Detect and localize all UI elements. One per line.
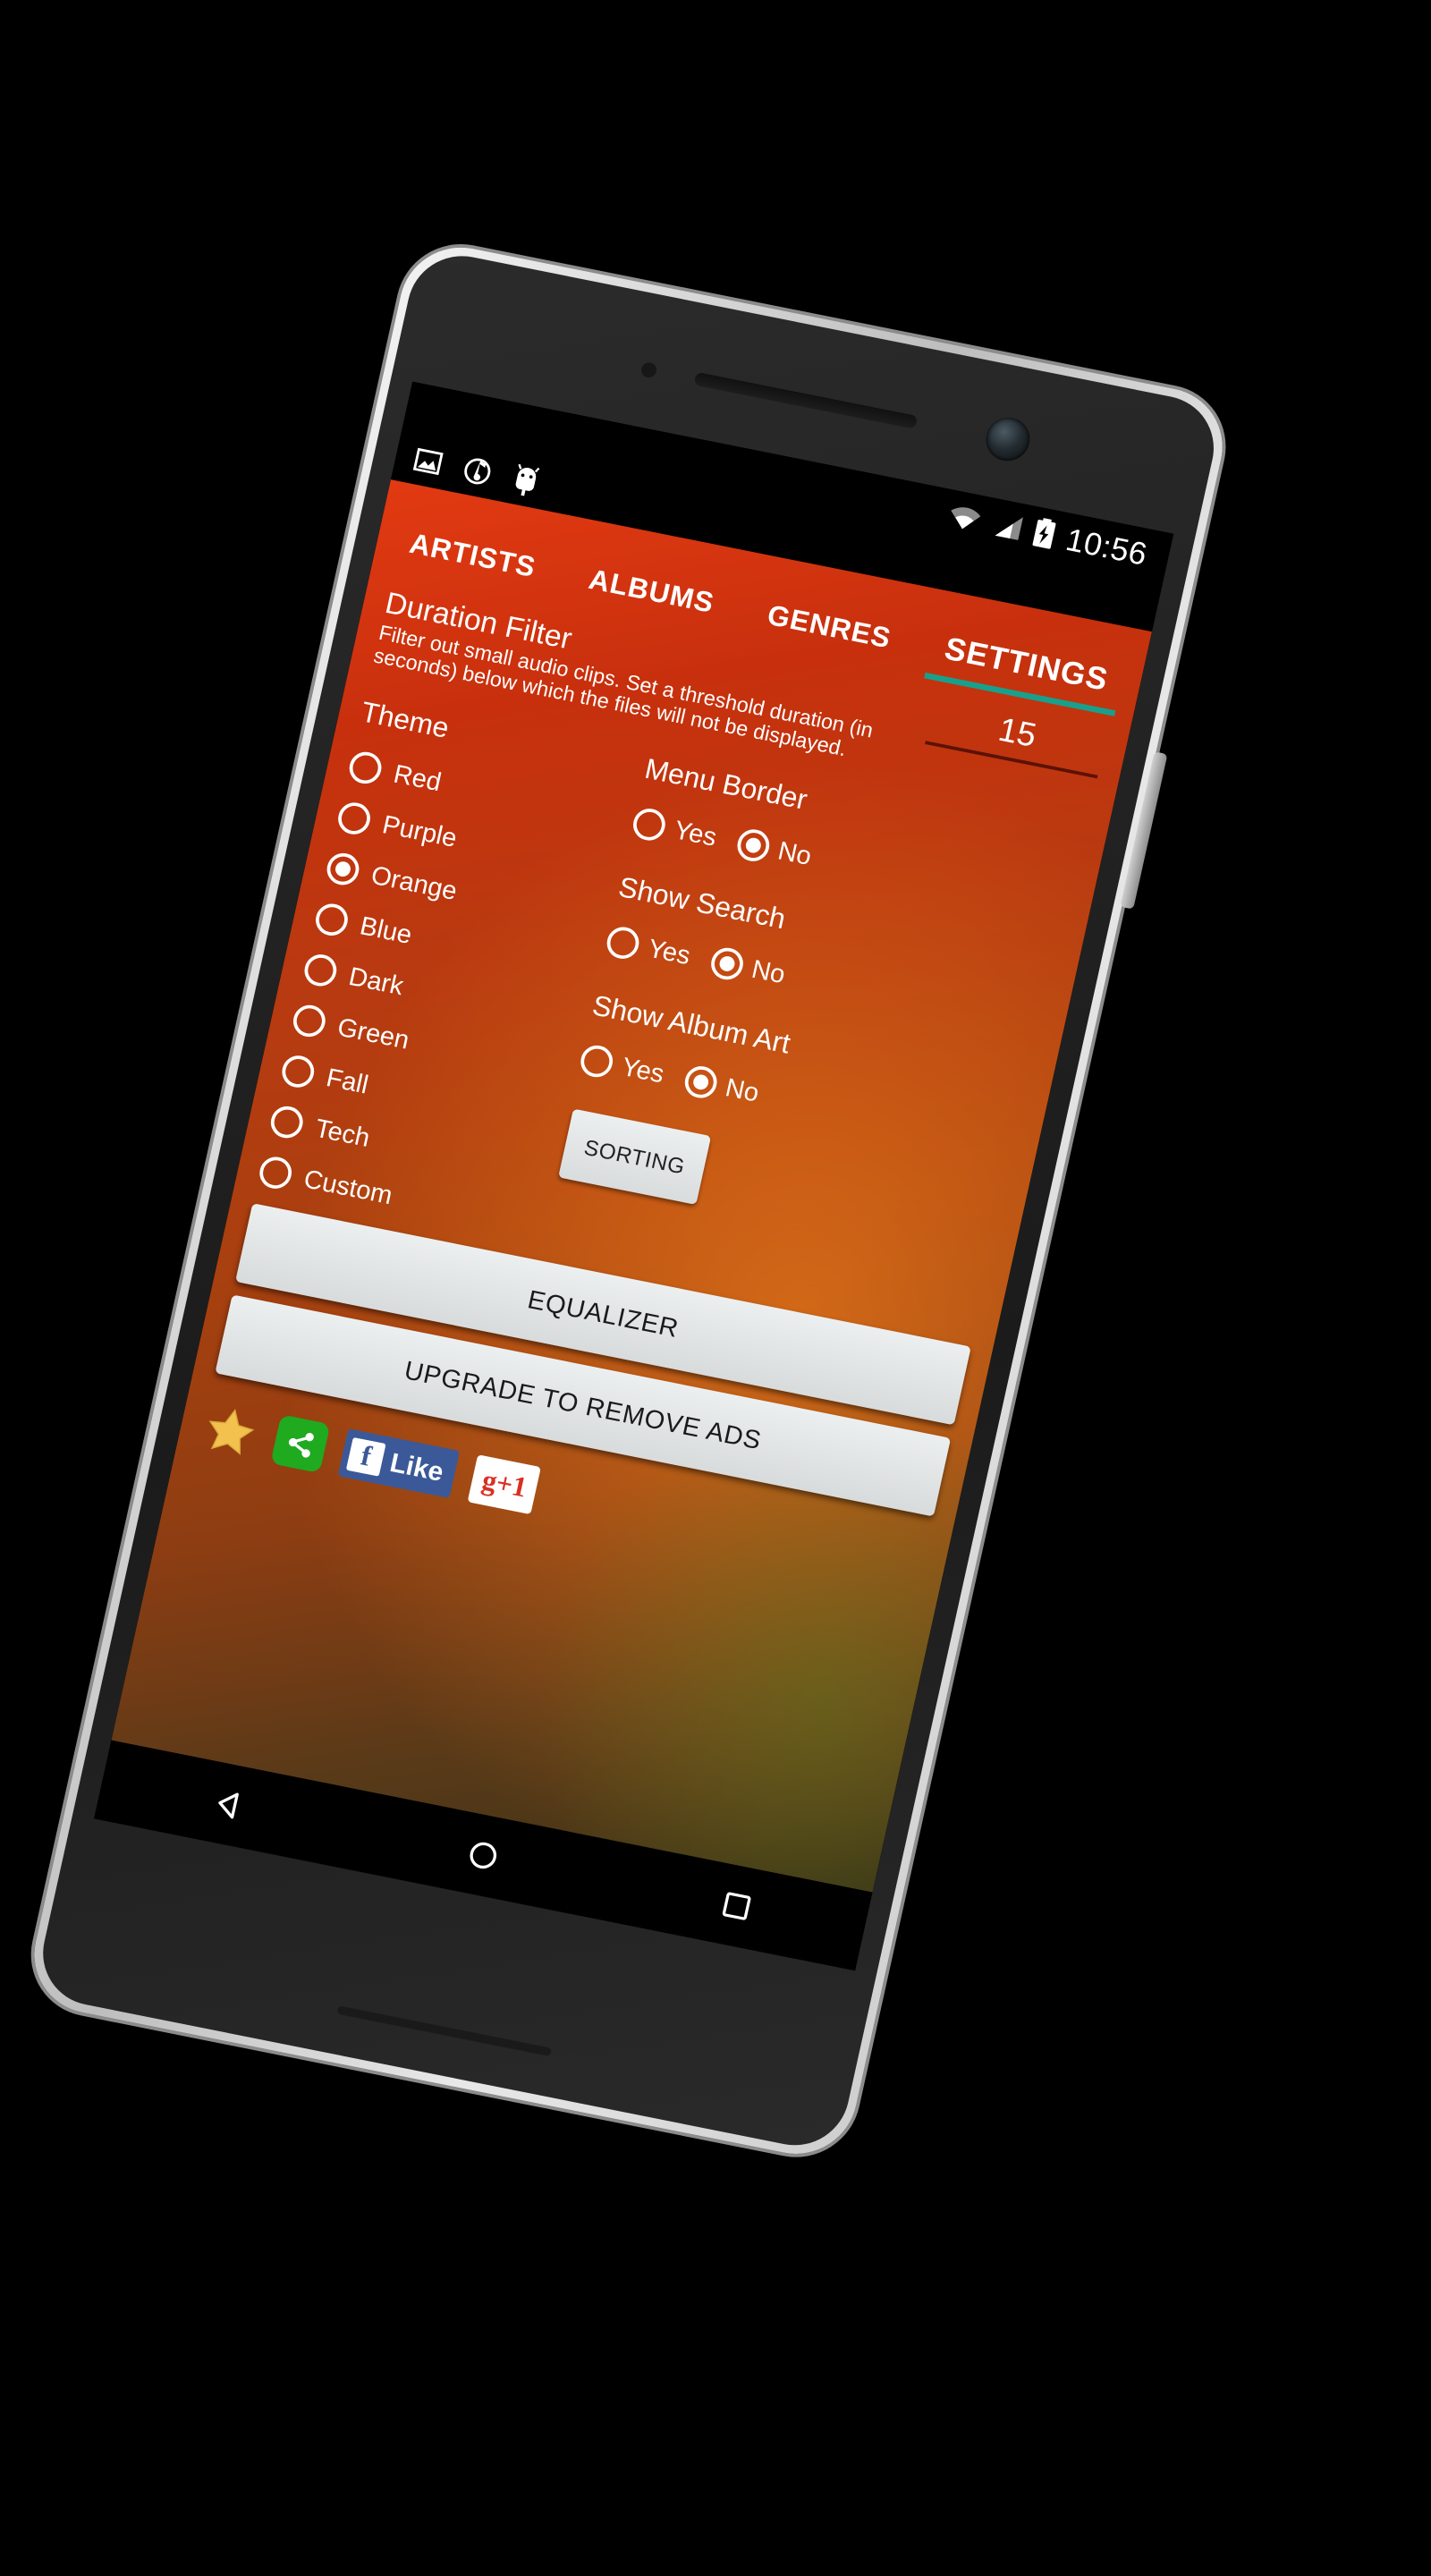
show-album-art-yes-radio[interactable] xyxy=(577,1042,616,1080)
share-icon[interactable] xyxy=(270,1414,331,1474)
radio-icon xyxy=(267,1103,307,1141)
radio-icon xyxy=(256,1154,295,1192)
facebook-like-button[interactable]: f Like xyxy=(337,1428,461,1499)
theme-option-label: Green xyxy=(334,1012,412,1055)
theme-option-label: Red xyxy=(391,758,445,797)
image-icon xyxy=(411,445,445,482)
app-content: ARTISTS ALBUMS GENRES SETTINGS Duration … xyxy=(111,479,1152,1893)
tab-artists-label: ARTISTS xyxy=(406,527,539,584)
theme-option-label: Custom xyxy=(301,1164,395,1210)
show-album-art-no-label: No xyxy=(723,1072,762,1108)
theme-option-label: Dark xyxy=(346,961,407,1001)
theme-option-label: Fall xyxy=(323,1062,371,1100)
facebook-icon: f xyxy=(345,1436,386,1477)
show-search-yes-label: Yes xyxy=(645,933,693,970)
radio-icon xyxy=(346,749,385,787)
radio-icon xyxy=(312,901,351,939)
menu-border-yes-radio[interactable] xyxy=(630,806,669,843)
phone-mockup: 10:56 ARTISTS ALBUMS GENRES SETTINGS Dur… xyxy=(22,236,1234,2165)
show-search-no-radio[interactable] xyxy=(707,945,746,983)
show-album-art-no-radio[interactable] xyxy=(682,1063,720,1101)
screenshot-stage: 10:56 ARTISTS ALBUMS GENRES SETTINGS Dur… xyxy=(0,0,1431,2576)
duration-filter-value: 15 xyxy=(995,710,1040,755)
radio-icon xyxy=(334,800,374,837)
radio-icon xyxy=(290,1002,329,1040)
status-bar-clock: 10:56 xyxy=(1063,521,1151,572)
tab-albums-label: ALBUMS xyxy=(586,563,717,620)
show-album-art-yes-label: Yes xyxy=(619,1051,667,1089)
google-plus-one-button[interactable]: g+1 xyxy=(467,1454,542,1515)
theme-option-label: Tech xyxy=(312,1113,373,1153)
radio-checked-icon xyxy=(324,850,362,888)
theme-option-label: Blue xyxy=(357,911,415,950)
theme-option-label: Orange xyxy=(368,860,461,906)
phone-screen: 10:56 ARTISTS ALBUMS GENRES SETTINGS Dur… xyxy=(94,381,1174,1971)
music-note-icon xyxy=(460,453,495,493)
menu-border-no-label: No xyxy=(775,835,815,871)
menu-border-yes-label: Yes xyxy=(671,815,720,852)
sorting-button[interactable]: SORTING xyxy=(558,1108,712,1205)
menu-border-no-radio[interactable] xyxy=(733,826,773,864)
radio-icon xyxy=(301,951,340,989)
facebook-like-label: Like xyxy=(387,1446,447,1487)
show-search-yes-radio[interactable] xyxy=(604,924,642,962)
cellular-signal-icon xyxy=(989,510,1026,546)
wifi-icon xyxy=(945,501,985,538)
theme-option-label: Purple xyxy=(379,809,460,853)
android-icon xyxy=(508,462,542,503)
battery-charging-icon xyxy=(1030,516,1059,554)
tab-genres-label: GENRES xyxy=(764,598,894,655)
show-search-no-label: No xyxy=(749,953,789,989)
radio-icon xyxy=(279,1053,318,1090)
star-icon[interactable] xyxy=(198,1397,264,1462)
